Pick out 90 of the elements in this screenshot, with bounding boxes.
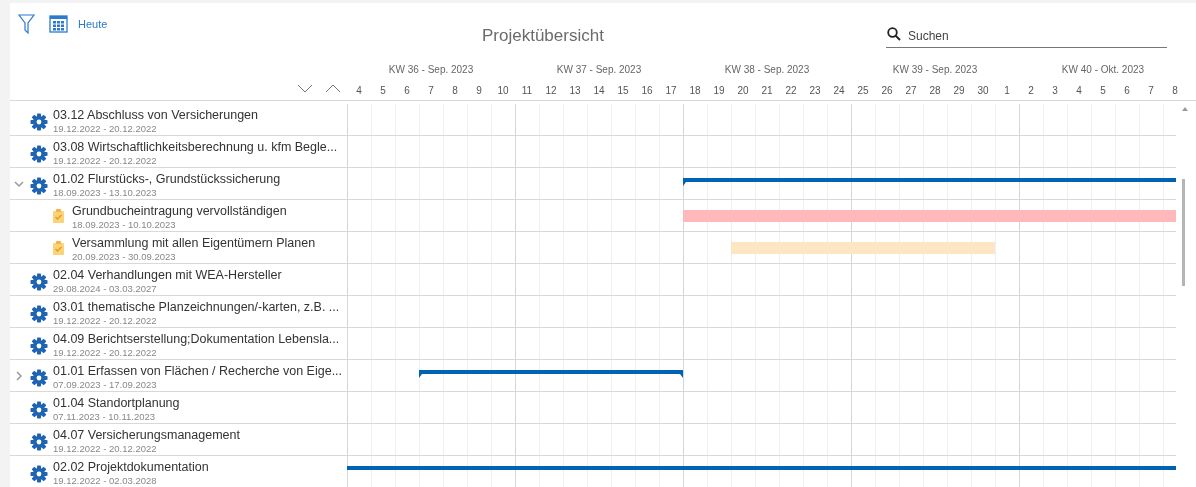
page-title: Projektübersicht	[482, 25, 604, 47]
date-range: 18.09.2023 - 10.10.2023	[72, 219, 177, 230]
day-number: 1	[1004, 83, 1010, 98]
day-number: 14	[593, 83, 605, 98]
day-number: 11	[521, 83, 533, 98]
gear-icon	[30, 433, 48, 451]
day-number: 18	[689, 83, 701, 98]
day-number: 27	[905, 83, 917, 98]
date-range: 07.09.2023 - 17.09.2023	[53, 379, 158, 390]
chevron-right-icon[interactable]	[14, 371, 24, 381]
summary-bar[interactable]	[683, 178, 1176, 188]
scroll-up-icon[interactable]	[1182, 107, 1188, 111]
date-range: 19.12.2022 - 20.12.2022	[53, 155, 158, 166]
task-name: 03.08 Wirtschaftlichkeitsberechnung u. kfm Begle...	[53, 139, 338, 155]
day-number: 16	[641, 83, 653, 98]
day-number: 26	[881, 83, 893, 98]
day-number: 28	[929, 83, 941, 98]
day-number: 29	[953, 83, 965, 98]
task-name: 02.02 Projektdokumentation	[53, 459, 209, 475]
week-label: KW 36 - Sep. 2023	[388, 63, 474, 77]
day-number: 5	[380, 83, 386, 98]
day-number: 5	[1100, 83, 1106, 98]
today-link[interactable]: Heute	[78, 16, 108, 33]
day-number: 17	[665, 83, 677, 98]
date-range: 19.12.2022 - 20.12.2022	[53, 347, 158, 358]
gear-icon	[30, 465, 48, 483]
day-number: 7	[428, 83, 434, 98]
day-number: 9	[476, 83, 482, 98]
clipboard-icon	[53, 241, 64, 255]
search-icon	[887, 27, 901, 41]
day-number: 6	[1124, 83, 1130, 98]
day-number: 10	[497, 83, 509, 98]
collapse-all-icon[interactable]	[325, 84, 341, 93]
task-name: 04.07 Versicherungsmanagement	[53, 427, 240, 443]
gear-icon	[30, 145, 48, 163]
day-number: 13	[569, 83, 581, 98]
day-number: 4	[356, 83, 362, 98]
expand-all-icon[interactable]	[297, 84, 313, 93]
day-number: 7	[1148, 83, 1154, 98]
gear-icon	[30, 305, 48, 323]
day-number: 3	[1052, 83, 1058, 98]
gear-icon	[30, 273, 48, 291]
day-number: 12	[545, 83, 557, 98]
date-range: 18.09.2023 - 13.10.2023	[53, 187, 158, 198]
date-range: 19.12.2022 - 02.03.2028	[53, 475, 158, 486]
gear-icon	[30, 369, 48, 387]
week-label: KW 38 - Sep. 2023	[724, 63, 810, 77]
day-number: 30	[977, 83, 989, 98]
date-range: 19.12.2022 - 20.12.2022	[53, 443, 158, 454]
day-number: 23	[809, 83, 821, 98]
gear-icon	[30, 337, 48, 355]
day-number: 8	[1172, 83, 1178, 98]
task-name: 01.04 Standortplanung	[53, 395, 180, 411]
task-name: 02.04 Verhandlungen mit WEA-Hersteller	[53, 267, 282, 283]
task-name: 01.02 Flurstücks-, Grundstückssicherung	[53, 171, 281, 187]
date-range: 29.08.2024 - 03.03.2027	[53, 283, 158, 294]
day-number: 22	[785, 83, 797, 98]
filter-icon[interactable]	[18, 14, 35, 34]
week-label: KW 37 - Sep. 2023	[556, 63, 642, 77]
task-name: 01.01 Erfassen von Flächen / Recherche von Eige...	[53, 363, 343, 379]
day-number: 25	[857, 83, 869, 98]
task-name: 03.01 thematische Planzeichnungen/-karten, z.B. ...	[53, 299, 340, 315]
day-number: 2	[1028, 83, 1034, 98]
day-number: 15	[617, 83, 629, 98]
date-range: 20.09.2023 - 30.09.2023	[72, 251, 177, 262]
task-name: 04.09 Berichtserstellung;Dokumentation Lebensla...	[53, 331, 340, 347]
chevron-down-icon[interactable]	[14, 179, 24, 189]
day-number: 6	[404, 83, 410, 98]
gear-icon	[30, 401, 48, 419]
clipboard-icon	[53, 209, 64, 223]
search-field[interactable]: Suchen	[886, 25, 1167, 48]
day-number: 19	[713, 83, 725, 98]
gear-icon	[30, 113, 48, 131]
date-range: 19.12.2022 - 20.12.2022	[53, 123, 158, 134]
task-name: Versammlung mit allen Eigentümern Planen	[72, 235, 316, 251]
day-number: 8	[452, 83, 458, 98]
week-label: KW 39 - Sep. 2023	[892, 63, 978, 77]
gear-icon	[30, 177, 48, 195]
day-number: 20	[737, 83, 749, 98]
day-number: 4	[1076, 83, 1082, 98]
week-label: KW 40 - Okt. 2023	[1061, 63, 1145, 77]
date-range: 19.12.2022 - 20.12.2022	[53, 315, 158, 326]
scrollbar-thumb[interactable]	[1182, 179, 1185, 286]
task-name: Grundbucheintragung vervollständigen	[72, 203, 287, 219]
task-name: 03.12 Abschluss von Versicherungen	[53, 107, 258, 123]
day-number: 24	[833, 83, 845, 98]
date-range: 07.11.2023 - 10.11.2023	[53, 411, 157, 422]
calendar-icon[interactable]	[49, 14, 68, 33]
day-number: 21	[761, 83, 773, 98]
summary-bar[interactable]	[419, 370, 683, 380]
